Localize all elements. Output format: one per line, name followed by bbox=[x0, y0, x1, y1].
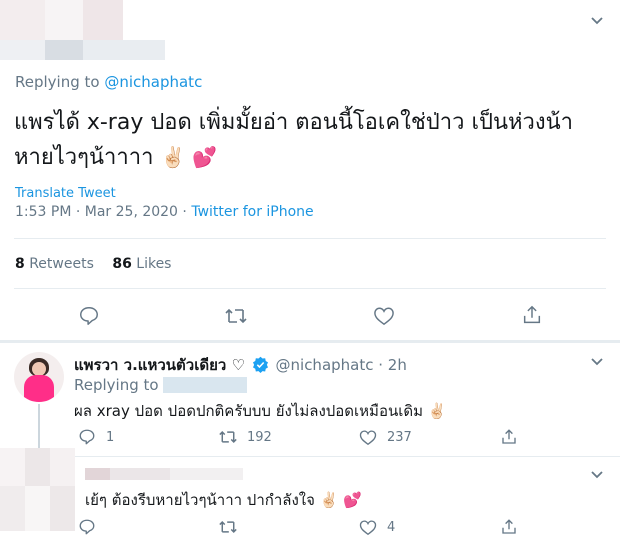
peace-emoji: ✌🏻 bbox=[319, 491, 339, 509]
blurred-handle bbox=[163, 377, 248, 393]
replying-to: Replying to @nichaphatc bbox=[15, 73, 202, 91]
tweet-text-line2-text: หายไวๆน้าาาา bbox=[14, 145, 154, 170]
chevron-down-icon[interactable] bbox=[590, 16, 604, 26]
tweet-timestamp: 1:53 PM · Mar 25, 2020 · Twitter for iPh… bbox=[15, 204, 314, 220]
replying-to-prefix: Replying to bbox=[15, 73, 105, 91]
retweets-stat[interactable]: 8 Retweets bbox=[15, 256, 98, 272]
reply-icon[interactable] bbox=[78, 428, 96, 446]
reply-text-content: ผล xray ปอด ปอดปกติครับบบ ยังไม่ลงปอดเหม… bbox=[74, 402, 423, 420]
like-icon[interactable] bbox=[373, 306, 395, 326]
reply-icon[interactable] bbox=[78, 305, 100, 327]
likes-label: Likes bbox=[136, 256, 172, 272]
reply-text: เย้ๆ ต้องรีบหายไวๆน้าาา ปากำลังใจ ✌🏻 💕 bbox=[85, 488, 362, 512]
reply-text-content: เย้ๆ ต้องรีบหายไวๆน้าาา ปากำลังใจ bbox=[85, 491, 315, 509]
reply-replying-to: Replying to bbox=[74, 376, 248, 394]
tweet-text-line1: แพรได้ x-ray ปอด เพิ่มมั้ยอ่า ตอนนี้โอเค… bbox=[14, 110, 573, 135]
peace-emoji: ✌🏻 bbox=[427, 402, 447, 420]
retweets-label: Retweets bbox=[29, 256, 94, 272]
divider bbox=[14, 288, 606, 289]
like-icon[interactable] bbox=[359, 519, 377, 536]
tweet-text: แพรได้ x-ray ปอด เพิ่มมั้ยอ่า ตอนนี้โอเค… bbox=[14, 106, 614, 175]
avatar[interactable] bbox=[14, 352, 64, 402]
replying-to-handle-link[interactable]: @nichaphatc bbox=[104, 73, 202, 91]
reply-icon[interactable] bbox=[78, 518, 96, 536]
source-link[interactable]: Twitter for iPhone bbox=[191, 204, 313, 220]
tweet-text-line2: หายไวๆน้าาาา ✌🏻 💕 bbox=[14, 140, 614, 175]
display-name[interactable]: แพรวา ว.แหวนตัวเดียว ♡ bbox=[74, 356, 245, 374]
retweet-icon[interactable] bbox=[218, 518, 238, 536]
divider bbox=[0, 340, 620, 343]
like-count: 237 bbox=[387, 430, 412, 445]
timestamp-text[interactable]: 1:53 PM · Mar 25, 2020 · bbox=[15, 204, 191, 220]
reply-action-bar: 4 bbox=[78, 518, 518, 538]
blurred-avatar-block bbox=[0, 0, 165, 60]
blurred-name-block bbox=[75, 462, 243, 482]
divider bbox=[0, 456, 620, 457]
reply-count: 1 bbox=[106, 430, 115, 445]
handle-and-time[interactable]: @nichaphatc · 2h bbox=[276, 356, 407, 374]
reply-text: ผล xray ปอด ปอดปกติครับบบ ยังไม่ลงปอดเหม… bbox=[74, 399, 446, 423]
share-icon[interactable] bbox=[521, 304, 543, 326]
chevron-down-icon[interactable] bbox=[590, 357, 604, 367]
peace-emoji: ✌🏻 bbox=[160, 145, 186, 169]
translate-tweet-link[interactable]: Translate Tweet bbox=[15, 186, 116, 201]
likes-stat[interactable]: 86 Likes bbox=[112, 256, 171, 272]
share-icon[interactable] bbox=[500, 518, 518, 536]
like-icon[interactable] bbox=[359, 429, 377, 446]
likes-count: 86 bbox=[112, 256, 132, 272]
retweet-icon[interactable] bbox=[224, 305, 248, 327]
retweet-count: 192 bbox=[247, 430, 272, 445]
hearts-emoji: 💕 bbox=[343, 491, 362, 509]
reply-action-bar: 1 192 237 bbox=[78, 428, 518, 448]
reply-header: แพรวา ว.แหวนตัวเดียว ♡ @nichaphatc · 2h bbox=[74, 353, 407, 377]
like-count: 4 bbox=[387, 520, 396, 535]
share-icon[interactable] bbox=[500, 428, 518, 446]
tweet-stats: 8 Retweets 86 Likes bbox=[15, 256, 171, 272]
blurred-avatar-block bbox=[0, 448, 75, 546]
divider bbox=[14, 238, 606, 239]
hearts-emoji: 💕 bbox=[192, 145, 218, 169]
reply-replying-to-prefix: Replying to bbox=[74, 376, 164, 394]
retweet-icon[interactable] bbox=[218, 428, 238, 446]
chevron-down-icon[interactable] bbox=[590, 470, 604, 480]
thread-line bbox=[38, 404, 40, 454]
verified-badge-icon bbox=[252, 356, 269, 373]
retweets-count: 8 bbox=[15, 256, 25, 272]
